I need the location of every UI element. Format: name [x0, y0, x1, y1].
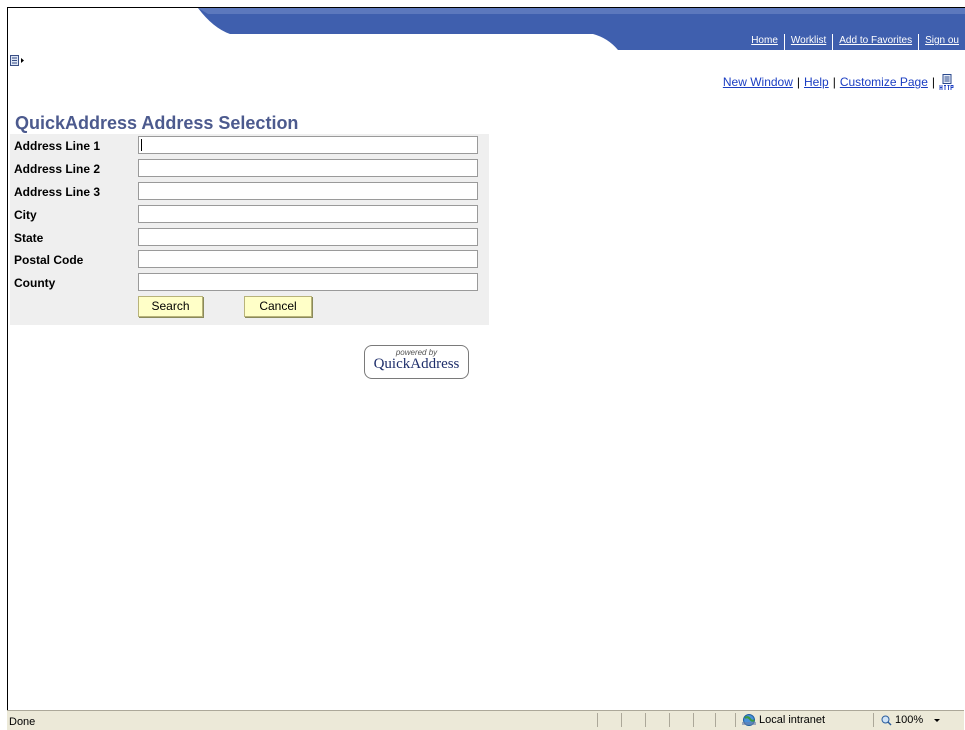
search-button[interactable]: Search: [138, 296, 203, 317]
security-zone[interactable]: Local intranet: [742, 714, 825, 726]
nav-worklist-link[interactable]: Worklist: [783, 34, 832, 50]
city-label: City: [14, 208, 37, 222]
postal-code-input[interactable]: [138, 250, 478, 268]
status-divider: [735, 713, 736, 727]
link-separator: |: [931, 75, 935, 89]
globe-icon: [742, 714, 756, 726]
address-line-1-label: Address Line 1: [14, 139, 101, 153]
browser-content: Home Worklist Add to Favorites Sign ou N…: [7, 7, 965, 723]
link-separator: |: [832, 75, 836, 89]
form-row-state: State: [10, 228, 489, 248]
page-bar-icon[interactable]: [10, 55, 26, 67]
address-line-1-input[interactable]: [138, 136, 478, 154]
county-input[interactable]: [138, 273, 478, 291]
zone-label: Local intranet: [759, 714, 826, 726]
form-row-address-line-1: Address Line 1: [10, 136, 489, 156]
dropdown-arrow-icon: [934, 719, 941, 722]
address-line-3-input[interactable]: [138, 182, 478, 200]
new-window-link[interactable]: New Window: [723, 75, 793, 89]
status-divider: [669, 713, 670, 727]
status-divider: [597, 713, 598, 727]
state-input[interactable]: [138, 228, 478, 246]
address-line-3-label: Address Line 3: [14, 185, 101, 199]
form-row-address-line-3: Address Line 3: [10, 182, 489, 202]
status-divider: [621, 713, 622, 727]
zoom-icon: [881, 715, 892, 726]
form-row-address-line-2: Address Line 2: [10, 159, 489, 179]
text-cursor: [141, 139, 142, 151]
nav-add-favorites-link[interactable]: Add to Favorites: [832, 34, 918, 50]
help-link[interactable]: Help: [804, 75, 829, 89]
county-label: County: [14, 276, 56, 290]
postal-code-label: Postal Code: [14, 253, 84, 267]
form-row-postal-code: Postal Code: [10, 250, 489, 270]
customize-page-link[interactable]: Customize Page: [840, 75, 928, 89]
address-line-2-input[interactable]: [138, 159, 478, 177]
nav-home-link[interactable]: Home: [745, 34, 784, 50]
page-title: QuickAddress Address Selection: [15, 113, 299, 133]
address-line-2-label: Address Line 2: [14, 162, 101, 176]
status-divider: [873, 713, 874, 727]
status-text: Done: [9, 716, 36, 728]
status-divider: [645, 713, 646, 727]
city-input[interactable]: [138, 205, 478, 223]
form-row-county: County: [10, 273, 489, 293]
header-nav: Home Worklist Add to Favorites Sign ou: [745, 34, 965, 50]
state-label: State: [14, 231, 44, 245]
quickaddress-logo: powered by QuickAddress: [364, 345, 469, 379]
http-icon[interactable]: [939, 74, 955, 90]
status-divider: [693, 713, 694, 727]
address-form: Address Line 1 Address Line 2 Address Li…: [10, 134, 489, 325]
cancel-button[interactable]: Cancel: [244, 296, 312, 317]
zoom-level: 100%: [895, 714, 924, 726]
form-row-city: City: [10, 205, 489, 225]
status-divider: [715, 713, 716, 727]
nav-sign-out-link[interactable]: Sign ou: [918, 34, 965, 50]
link-separator: |: [796, 75, 801, 89]
status-bar: Done Local intranet 100%: [7, 710, 964, 730]
zoom-control[interactable]: 100%: [881, 714, 942, 726]
page-links: New Window | Help | Customize Page |: [723, 74, 955, 90]
brand-text: QuickAddress: [373, 356, 460, 372]
